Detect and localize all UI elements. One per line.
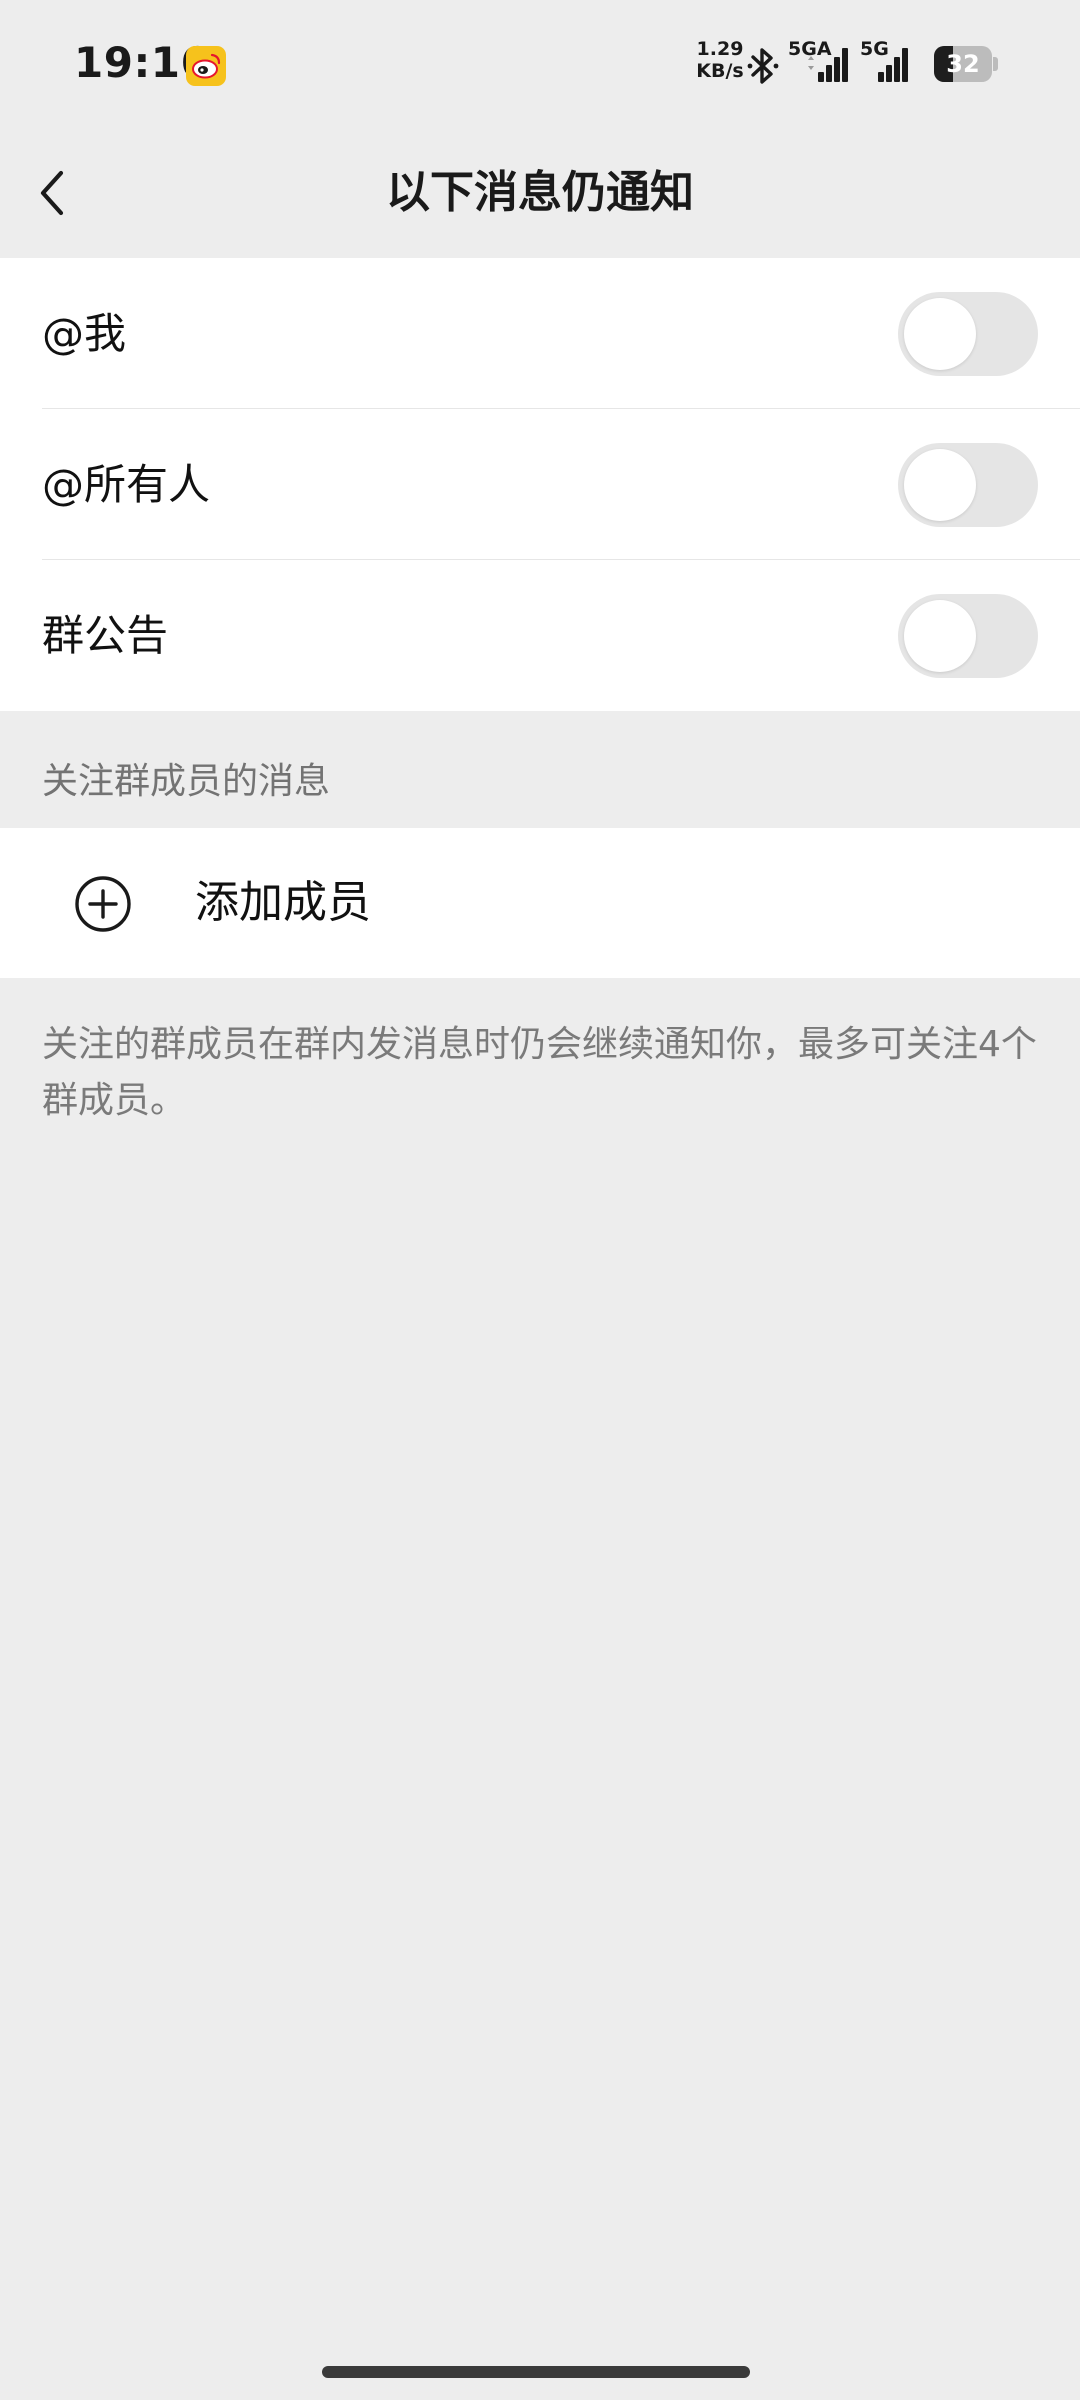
plus-circle-icon: [75, 876, 131, 932]
toggle-label-mention-all: @所有人: [42, 460, 211, 509]
notification-toggle-list: @我 @所有人 群公告: [0, 258, 1080, 711]
page-title: 以下消息仍通知: [386, 167, 694, 218]
toggle-knob: [904, 600, 976, 672]
toggle-row-mention-me: @我: [0, 258, 1080, 409]
toggle-label-mention-me: @我: [42, 309, 127, 358]
signal-icon: [878, 48, 908, 82]
network-speed-unit: KB/s: [696, 60, 744, 82]
toggle-row-mention-all: @所有人: [0, 409, 1080, 560]
add-member-button[interactable]: 添加成员: [0, 828, 1080, 978]
network-speed-value: 1.29: [696, 38, 744, 60]
mention-me-toggle[interactable]: [898, 292, 1038, 376]
toggle-knob: [904, 449, 976, 521]
toggle-label-group-notice: 群公告: [42, 611, 169, 660]
signal-icon: [808, 48, 848, 82]
toggle-knob: [904, 298, 976, 370]
status-bar: 19:16 1.29 KB/s 5GA 5G 32: [0, 0, 1080, 128]
toggle-row-group-notice: 群公告: [0, 560, 1080, 711]
section-header-follow-members: 关注群成员的消息: [42, 761, 331, 802]
group-notice-toggle[interactable]: [898, 594, 1038, 678]
battery-icon: 32: [934, 46, 998, 82]
footnote-text: 关注的群成员在群内发消息时仍会继续通知你，最多可关注4个群成员。: [42, 1024, 1037, 1121]
home-indicator[interactable]: [322, 2366, 750, 2378]
bluetooth-icon: [747, 48, 779, 84]
weibo-icon: [186, 46, 226, 86]
chevron-left-icon: [40, 170, 64, 216]
screen: 19:16 1.29 KB/s 5GA 5G 32 以下消息仍通知 @我 @所有…: [0, 0, 1080, 2400]
network-speed: 1.29 KB/s: [690, 38, 750, 82]
add-member-label: 添加成员: [195, 877, 371, 928]
back-button[interactable]: [20, 160, 86, 226]
mention-all-toggle[interactable]: [898, 443, 1038, 527]
nav-bar: 以下消息仍通知: [0, 128, 1080, 258]
battery-percent: 32: [946, 50, 980, 78]
